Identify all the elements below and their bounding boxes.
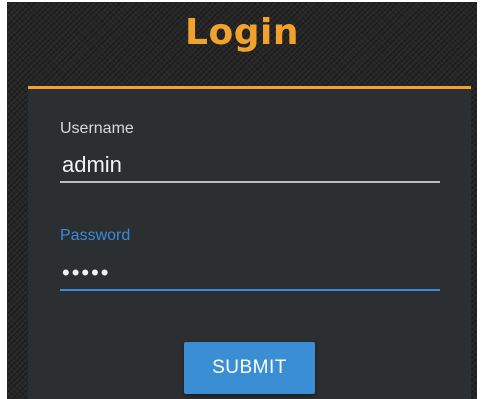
password-input[interactable] <box>60 257 440 291</box>
page-title: Login <box>185 12 299 53</box>
username-label: Username <box>60 120 134 137</box>
password-label: Password <box>60 227 131 244</box>
login-form: Username Password SUBMIT <box>28 86 471 399</box>
username-input[interactable] <box>60 149 440 183</box>
login-screen: Login Username Password SUBMIT <box>7 2 477 399</box>
submit-button[interactable]: SUBMIT <box>184 342 315 394</box>
login-header: Login <box>7 2 477 86</box>
